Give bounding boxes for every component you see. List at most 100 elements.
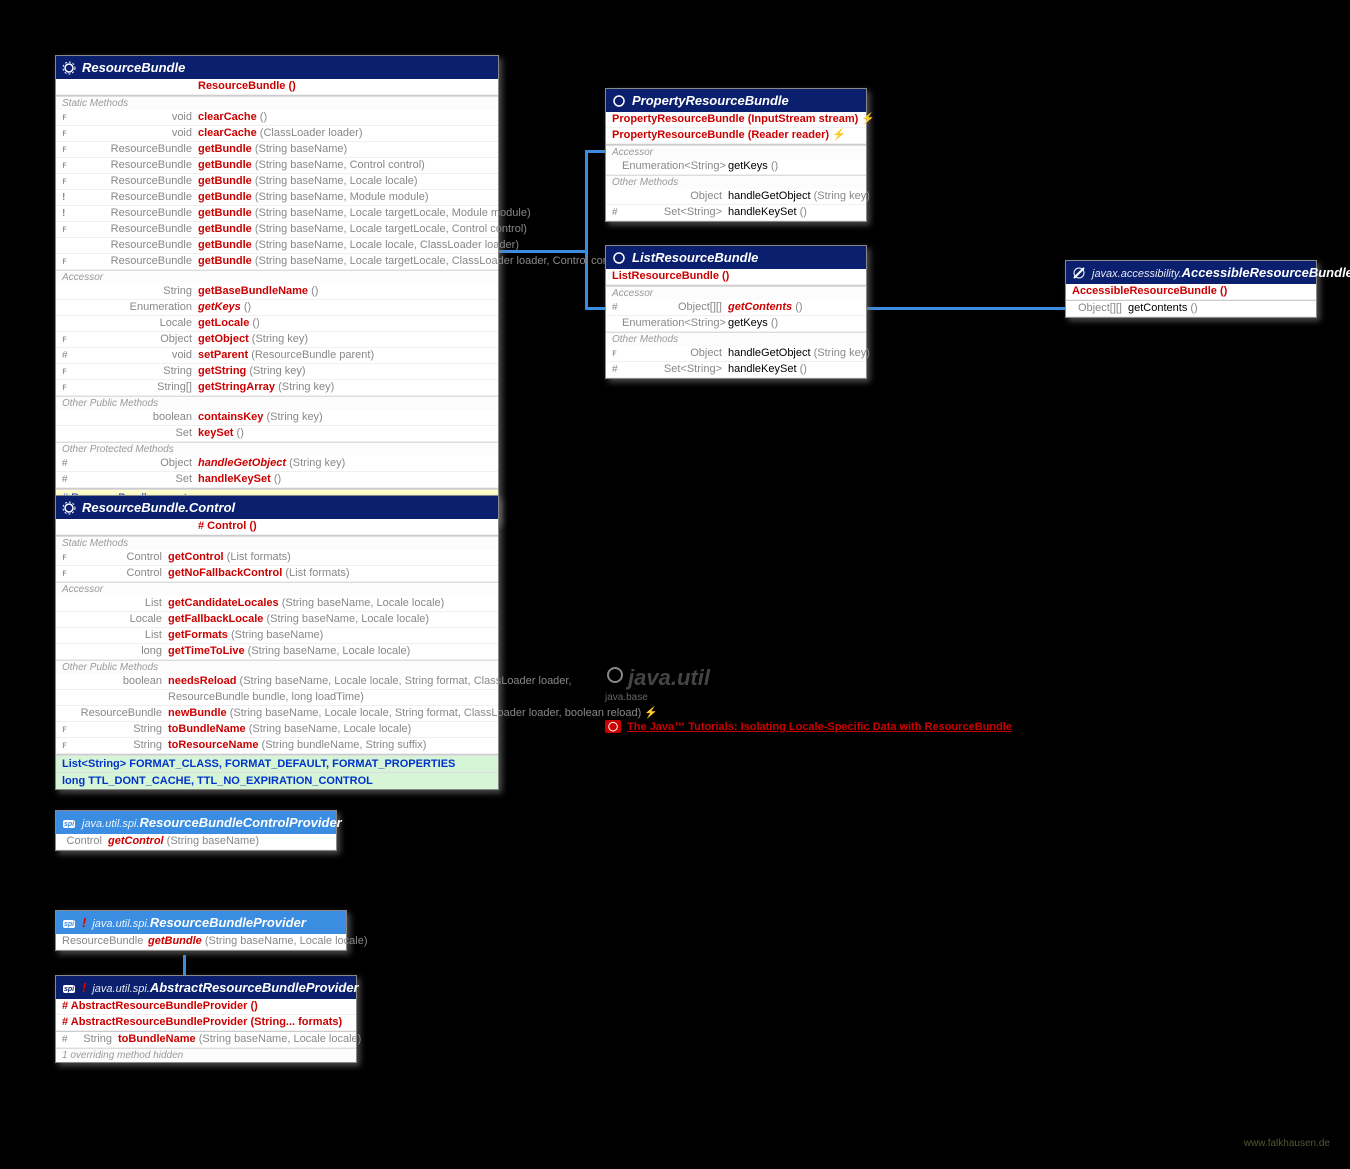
class-box-lrb: ListResourceBundle ListResourceBundle ()… — [605, 245, 867, 379]
method-row: ꜰvoidclearCache (ClassLoader loader) — [56, 126, 498, 142]
connector — [585, 150, 605, 153]
method-row: ꜰStringtoResourceName (String bundleName… — [56, 738, 498, 754]
connector — [585, 307, 605, 310]
method-row: ListgetCandidateLocales (String baseName… — [56, 596, 498, 612]
method-row: #SethandleKeySet () — [56, 472, 498, 488]
class-box-resourcebundle: ResourceBundle ResourceBundle () Static … — [55, 55, 499, 523]
class-title: spi ! java.util.spi.AbstractResourceBund… — [56, 976, 356, 999]
interface-title: spi ! java.util.spi.ResourceBundleProvid… — [56, 911, 346, 934]
method-row: StringgetBaseBundleName () — [56, 284, 498, 300]
method-row: LocalegetLocale () — [56, 316, 498, 332]
method-row: ResourceBundlegetBundle (String baseName… — [56, 238, 498, 254]
class-title: javax.accessibility.AccessibleResourceBu… — [1066, 261, 1316, 284]
section-header: Accessor — [606, 145, 866, 159]
tutorial-anchor[interactable]: The Java™ Tutorials: Isolating Locale-Sp… — [627, 721, 1012, 733]
class-box-arb: javax.accessibility.AccessibleResourceBu… — [1065, 260, 1317, 318]
connector — [865, 307, 1065, 310]
class-title: ResourceBundle — [56, 56, 498, 79]
method-row: !ResourceBundlegetBundle (String baseNam… — [56, 206, 498, 222]
constructor: # AbstractResourceBundleProvider () — [56, 999, 356, 1015]
method-row: LocalegetFallbackLocale (String baseName… — [56, 612, 498, 628]
svg-text:spi: spi — [64, 821, 75, 828]
spi-icon: spi — [62, 981, 76, 995]
section-header: Other Methods — [606, 332, 866, 346]
constructor: PropertyResourceBundle (Reader reader) ⚡ — [606, 128, 866, 144]
method-row: longgetTimeToLive (String baseName, Loca… — [56, 644, 498, 660]
method-row-cont: ResourceBundle bundle, long loadTime) — [56, 690, 498, 706]
section-header: Static Methods — [56, 96, 498, 110]
method-row: booleancontainsKey (String key) — [56, 410, 498, 426]
class-name: ResourceBundle — [82, 60, 185, 75]
method-row: Enumeration<String>getKeys () — [606, 159, 866, 175]
connector — [585, 150, 588, 310]
constructor: ListResourceBundle () — [606, 269, 866, 285]
constants: List<String> FORMAT_CLASS, FORMAT_DEFAUL… — [56, 755, 498, 772]
spi-icon: spi — [62, 816, 76, 830]
svg-text:spi: spi — [64, 921, 75, 928]
constructor: ResourceBundle () — [56, 79, 498, 95]
method-row: #ObjecthandleGetObject (String key) — [56, 456, 498, 472]
section-header: Accessor — [606, 286, 866, 300]
constructor: # AbstractResourceBundleProvider (String… — [56, 1015, 356, 1031]
class-title: ListResourceBundle — [606, 246, 866, 269]
section-header: Accessor — [56, 582, 498, 596]
connector — [183, 955, 186, 975]
oracle-icon: ◯ — [605, 720, 621, 733]
method-row: ꜰResourceBundlegetBundle (String baseNam… — [56, 222, 498, 238]
method-row: ꜰStringtoBundleName (String baseName, Lo… — [56, 722, 498, 738]
method-row: #voidsetParent (ResourceBundle parent) — [56, 348, 498, 364]
method-row: ꜰvoidclearCache () — [56, 110, 498, 126]
method-row: ꜰString[]getStringArray (String key) — [56, 380, 498, 396]
method-row: ꜰStringgetString (String key) — [56, 364, 498, 380]
interface-title: spi java.util.spi.ResourceBundleControlP… — [56, 811, 336, 834]
watermark: www.falkhausen.de — [1244, 1138, 1330, 1149]
interface-box-rbp: spi ! java.util.spi.ResourceBundleProvid… — [55, 910, 347, 951]
section-header: Other Methods — [606, 175, 866, 189]
method-row: ResourceBundlegetBundle (String baseName… — [56, 934, 346, 950]
method-row: Enumeration<String>getKeys () — [606, 316, 866, 332]
method-row: ControlgetControl (String baseName) — [56, 834, 336, 850]
constants: long TTL_DONT_CACHE, TTL_NO_EXPIRATION_C… — [56, 772, 498, 789]
method-row: ResourceBundlenewBundle (String baseName… — [56, 706, 498, 722]
method-row: ꜰObjecthandleGetObject (String key) — [606, 346, 866, 362]
constructor: PropertyResourceBundle (InputStream stre… — [606, 112, 866, 128]
method-row: EnumerationgetKeys () — [56, 300, 498, 316]
method-row: ꜰControlgetControl (List formats) — [56, 550, 498, 566]
class-name: ResourceBundle.Control — [82, 500, 235, 515]
tutorial-link[interactable]: ◯ The Java™ Tutorials: Isolating Locale-… — [605, 720, 1012, 733]
method-row: ꜰControlgetNoFallbackControl (List forma… — [56, 566, 498, 582]
method-row: !ResourceBundlegetBundle (String baseNam… — [56, 190, 498, 206]
interface-box-rbcp: spi java.util.spi.ResourceBundleControlP… — [55, 810, 337, 851]
constructor: AccessibleResourceBundle () — [1066, 284, 1316, 300]
method-row: SetkeySet () — [56, 426, 498, 442]
spi-icon: spi — [62, 916, 76, 930]
package-badge: java.util java.base — [605, 665, 710, 703]
section-header: Accessor — [56, 270, 498, 284]
deprecated-icon — [1072, 266, 1086, 280]
svg-text:spi: spi — [64, 986, 75, 993]
gear-icon — [605, 665, 625, 685]
section-header: Static Methods — [56, 536, 498, 550]
method-row: #StringtoBundleName (String baseName, Lo… — [56, 1032, 356, 1048]
method-row: ꜰResourceBundlegetBundle (String baseNam… — [56, 174, 498, 190]
gear-icon — [612, 251, 626, 265]
method-row: ListgetFormats (String baseName) — [56, 628, 498, 644]
class-title: ResourceBundle.Control — [56, 496, 498, 519]
gear-icon — [62, 61, 76, 75]
method-row: #Set<String>handleKeySet () — [606, 362, 866, 378]
gear-icon — [612, 94, 626, 108]
method-row: #Set<String>handleKeySet () — [606, 205, 866, 221]
constructor: # Control () — [56, 519, 498, 535]
section-header: Other Public Methods — [56, 660, 498, 674]
method-row: ꜰResourceBundlegetBundle (String baseNam… — [56, 142, 498, 158]
gear-icon — [62, 501, 76, 515]
method-row: booleanneedsReload (String baseName, Loc… — [56, 674, 498, 690]
method-row: ꜰObjectgetObject (String key) — [56, 332, 498, 348]
class-box-prb: PropertyResourceBundle PropertyResourceB… — [605, 88, 867, 222]
class-box-control: ResourceBundle.Control # Control () Stat… — [55, 495, 499, 790]
section-header: Other Protected Methods — [56, 442, 498, 456]
class-box-arbp: spi ! java.util.spi.AbstractResourceBund… — [55, 975, 357, 1063]
class-title: PropertyResourceBundle — [606, 89, 866, 112]
method-row: ꜰResourceBundlegetBundle (String baseNam… — [56, 158, 498, 174]
method-row: ꜰResourceBundlegetBundle (String baseNam… — [56, 254, 498, 270]
